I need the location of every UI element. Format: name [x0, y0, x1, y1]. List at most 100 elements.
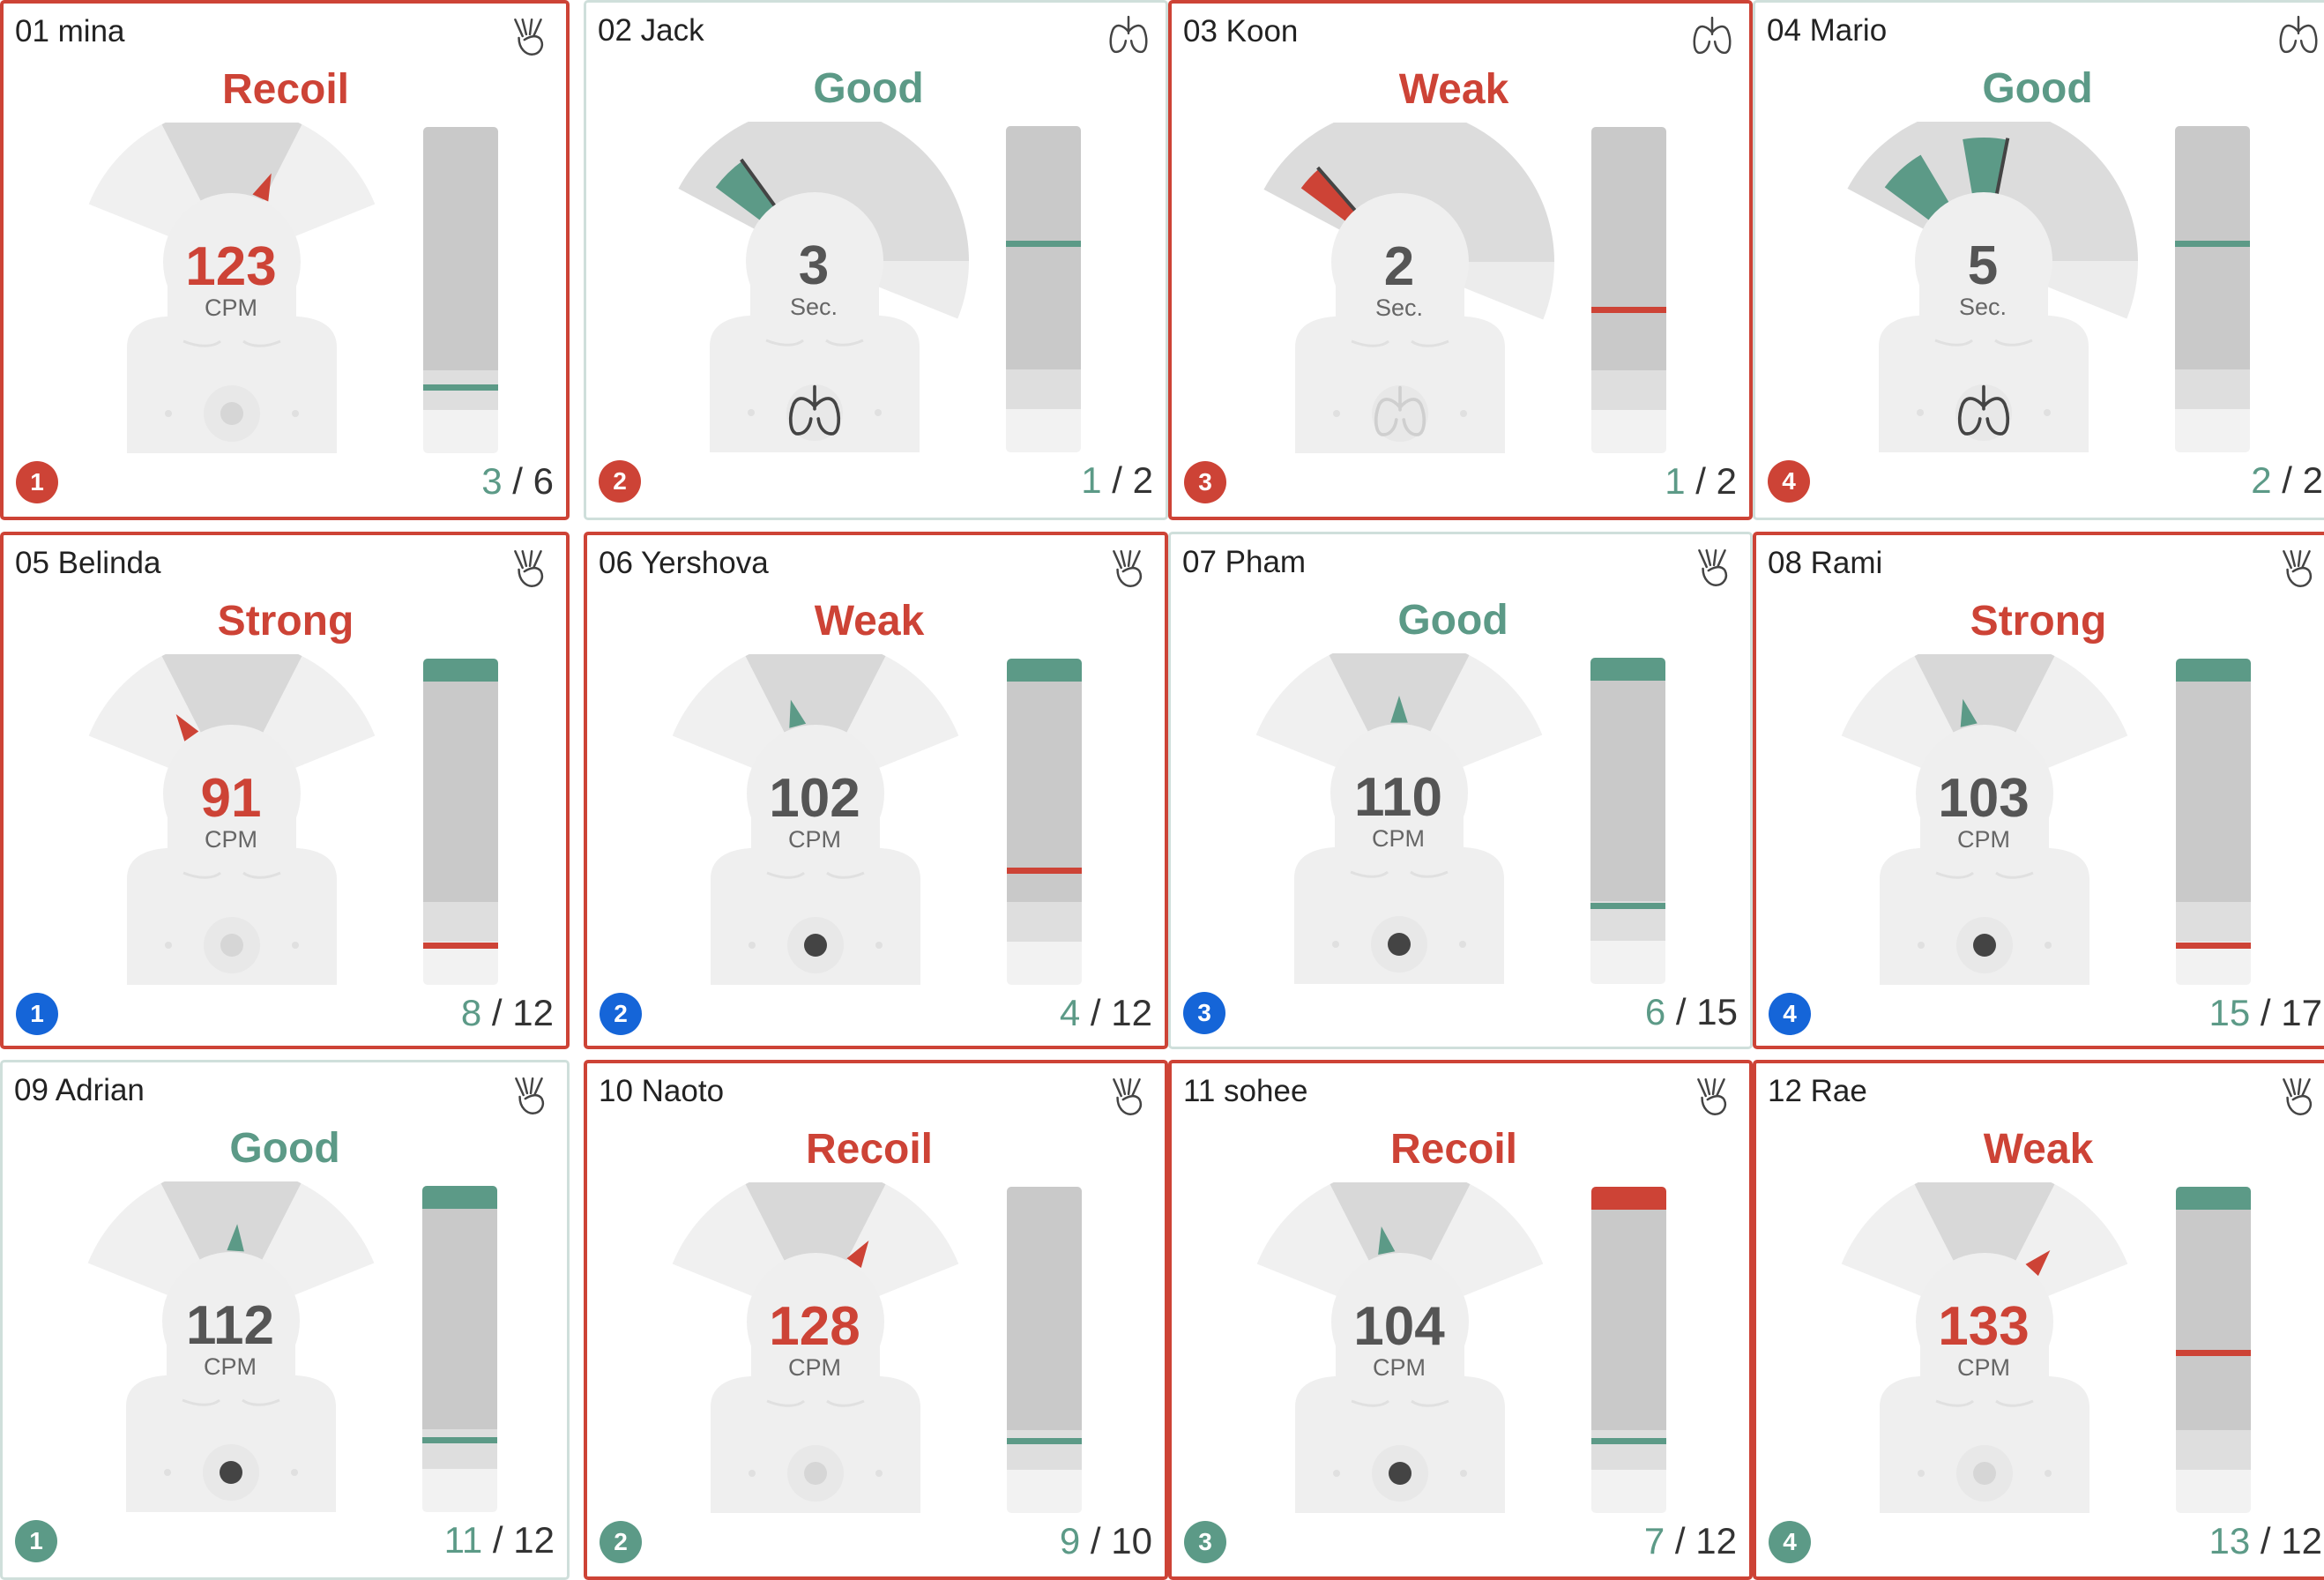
bar-depth-marker — [1590, 903, 1665, 909]
bar-top-cap — [1007, 659, 1082, 682]
bar-top-cap — [422, 1186, 497, 1209]
status-label: Weak — [1398, 66, 1509, 113]
depth-bar — [1591, 1187, 1666, 1513]
rate-value: 110 — [1353, 767, 1443, 828]
bar-depth-marker — [423, 943, 498, 949]
status-label: Recoil — [221, 66, 350, 113]
bar-fill — [2176, 682, 2251, 902]
count-total: 12 — [512, 992, 554, 1033]
nipple-right — [875, 942, 883, 949]
status-label: Weak — [1983, 1126, 2094, 1173]
cycle-count: 9 / 10 — [1060, 1520, 1152, 1562]
trainee-card[interactable]: 01 mina Recoil 123 CPM 1 3 / 6 — [0, 0, 570, 520]
bar-fill — [1591, 150, 1666, 370]
compression-point — [804, 1462, 827, 1485]
count-total: 15 — [1696, 991, 1738, 1032]
bar-top-cap — [1006, 126, 1081, 149]
trainee-card[interactable]: 10 Naoto Recoil 128 CPM 2 9 / 10 — [584, 1060, 1168, 1580]
nipple-right — [292, 942, 299, 949]
count-total: 2 — [1132, 459, 1153, 501]
count-separator: / — [2250, 992, 2282, 1033]
rate-value: 103 — [1938, 768, 2030, 829]
count-separator: / — [1080, 1520, 1112, 1561]
bar-depth-marker — [1007, 1438, 1082, 1444]
lungs-icon — [1109, 15, 1148, 54]
status-label: Weak — [814, 598, 925, 645]
cycle-badge: 4 — [1769, 1521, 1811, 1563]
compression-point — [220, 1461, 242, 1484]
trainee-card[interactable]: 03 Koon Weak 2 Sec. 3 1 / 2 — [1168, 0, 1753, 520]
status-label: Strong — [217, 598, 354, 645]
status-label: Good — [813, 65, 924, 112]
trainee-card[interactable]: 04 Mario Good 5 Sec. 4 2 / 2 — [1753, 0, 2324, 520]
trainee-card[interactable]: 11 sohee Recoil 104 CPM 3 7 / 12 — [1168, 1060, 1753, 1580]
cycle-count: 1 / 2 — [1081, 459, 1153, 502]
count-separator: / — [1080, 992, 1112, 1033]
lungs-icon — [1693, 16, 1732, 55]
nipple-left — [749, 942, 756, 949]
trainee-card[interactable]: 08 Rami Strong 103 CPM 4 15 / 17 — [1753, 532, 2324, 1049]
count-separator: / — [502, 460, 533, 502]
depth-bar — [1007, 1187, 1082, 1513]
trainee-name: 03 Koon — [1183, 14, 1299, 48]
bar-target-zone — [1591, 370, 1666, 410]
rate-value: 5 — [1967, 235, 1999, 296]
nipple-left — [165, 410, 172, 417]
bar-target-zone — [2176, 1430, 2251, 1470]
cycle-count: 3 / 6 — [481, 460, 554, 503]
cycle-count: 8 / 12 — [461, 992, 554, 1034]
rate-unit: Sec. — [789, 294, 838, 320]
cycle-count: 4 / 12 — [1060, 992, 1152, 1034]
bar-depth-marker — [2176, 943, 2251, 949]
bar-depth-marker — [1007, 868, 1082, 874]
status-label: Good — [1397, 597, 1508, 644]
depth-bar — [423, 127, 498, 453]
count-done: 1 — [1665, 460, 1686, 502]
count-done: 11 — [443, 1519, 483, 1561]
count-done: 15 — [2209, 992, 2251, 1033]
count-total: 12 — [1695, 1520, 1737, 1561]
trainee-name: 04 Mario — [1767, 13, 1888, 48]
nipple-left — [1332, 941, 1339, 948]
count-done: 7 — [1643, 1520, 1665, 1561]
trainee-card[interactable]: 05 Belinda Strong 91 CPM 1 8 / 12 — [0, 532, 570, 1049]
nipple-right — [2044, 409, 2051, 416]
compression-point — [220, 934, 243, 957]
trainee-name: 08 Rami — [1768, 546, 1883, 580]
trainee-card[interactable]: 12 Rae Weak 133 CPM 4 13 / 12 — [1753, 1060, 2324, 1580]
trainee-card[interactable]: 02 Jack Good 3 Sec. 2 1 / 2 — [584, 0, 1168, 520]
bar-fill — [2175, 149, 2250, 369]
bar-target-zone — [2176, 902, 2251, 942]
cycle-count: 15 / 17 — [2209, 992, 2322, 1034]
bar-top-cap — [2175, 126, 2250, 149]
trainee-card[interactable]: 06 Yershova Weak 102 CPM 2 4 / 12 — [584, 532, 1168, 1049]
trainee-card[interactable]: 07 Pham Good 110 CPM 3 6 / 15 — [1168, 532, 1753, 1049]
compression-point — [1389, 1462, 1412, 1485]
nipple-right — [291, 1469, 298, 1476]
status-label: Good — [1982, 65, 2093, 112]
cycle-count: 7 / 12 — [1644, 1520, 1737, 1562]
bar-target-zone — [1007, 902, 1082, 942]
nipple-right — [2045, 1470, 2052, 1477]
count-total: 2 — [2302, 459, 2323, 501]
status-label: Good — [229, 1125, 340, 1172]
depth-bar — [2176, 659, 2251, 985]
status-label: Recoil — [1389, 1126, 1518, 1173]
bar-depth-marker — [423, 384, 498, 391]
nipple-left — [164, 1469, 171, 1476]
rate-unit: Sec. — [1374, 294, 1424, 321]
bar-top-cap — [423, 127, 498, 150]
nipple-left — [1918, 942, 1925, 949]
trainee-name: 12 Rae — [1768, 1074, 1867, 1108]
rate-unit: CPM — [205, 826, 257, 853]
bar-depth-marker — [1591, 1438, 1666, 1444]
cycle-badge: 2 — [599, 460, 641, 503]
trainee-name: 09 Adrian — [14, 1073, 145, 1107]
hands-compression-icon — [1697, 1077, 1727, 1116]
rate-unit: CPM — [205, 294, 257, 321]
trainee-card[interactable]: 09 Adrian Good 112 CPM 1 11 / 12 — [0, 1060, 570, 1580]
cycle-count: 2 / 2 — [2251, 459, 2323, 502]
rate-value: 2 — [1383, 236, 1415, 297]
bar-fill — [423, 682, 498, 902]
cycle-badge: 2 — [600, 1521, 642, 1563]
